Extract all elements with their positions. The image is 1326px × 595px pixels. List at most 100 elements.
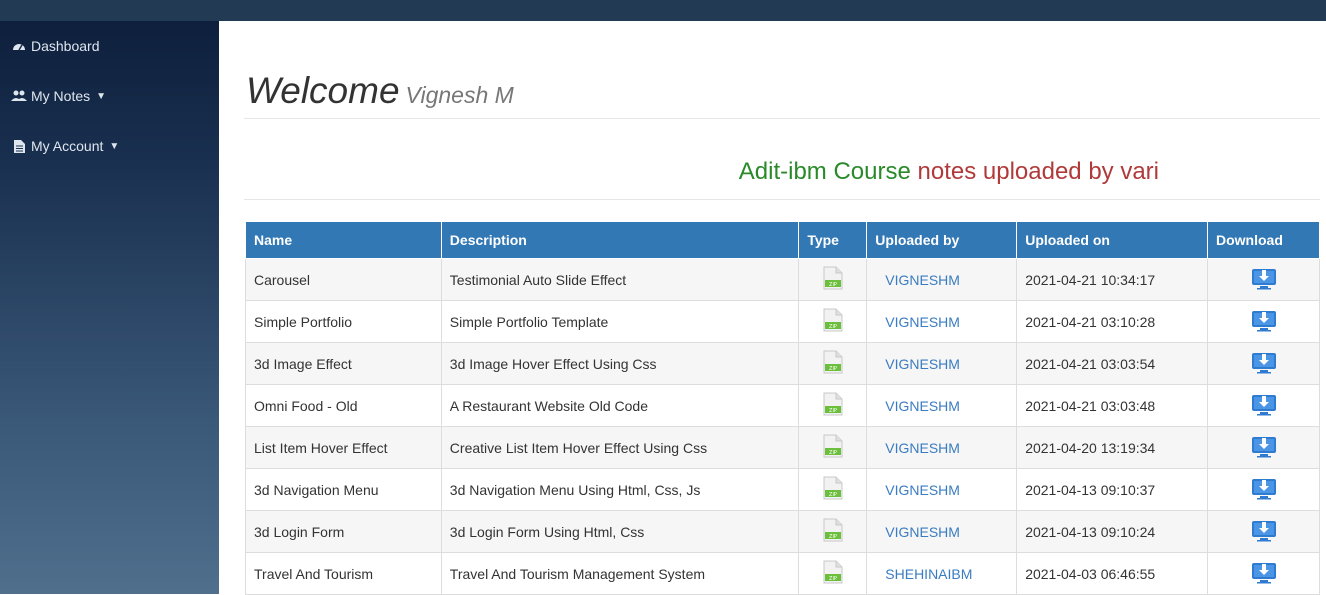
cell-description: Simple Portfolio Template (440, 300, 800, 343)
svg-text:ZIP: ZIP (829, 576, 837, 582)
cell-name: Carousel (245, 258, 442, 301)
cell-description: 3d Login Form Using Html, Css (440, 510, 800, 553)
uploaded-by-link[interactable]: SHEHINAIBM (866, 552, 1018, 595)
svg-text:ZIP: ZIP (829, 534, 837, 540)
cell-name: List Item Hover Effect (245, 426, 442, 469)
welcome-text: Welcome (246, 70, 400, 111)
zip-file-icon: ZIP (823, 350, 843, 374)
svg-text:ZIP: ZIP (829, 366, 837, 372)
cell-name: Travel And Tourism (245, 552, 442, 595)
sidebar-item-my-account[interactable]: My Account ▼ (11, 135, 119, 157)
table-row: List Item Hover Effect Creative List Item… (245, 426, 1320, 469)
svg-text:ZIP: ZIP (829, 450, 837, 456)
column-header-uploaded-by: Uploaded by (866, 221, 1018, 259)
notes-heading: Adit-ibm Course notes uploaded by vari (244, 158, 1159, 186)
uploaded-by-link[interactable]: VIGNESHM (866, 258, 1018, 301)
cell-download (1207, 384, 1320, 427)
main-content: Welcome Vignesh M Adit-ibm Course notes u… (219, 21, 1326, 595)
download-icon[interactable] (1251, 308, 1277, 332)
uploaded-by-link[interactable]: VIGNESHM (866, 300, 1018, 343)
table-row: 3d Navigation Menu 3d Navigation Menu Usi… (245, 468, 1320, 511)
download-icon[interactable] (1251, 350, 1277, 374)
cell-description: Testimonial Auto Slide Effect (440, 258, 800, 301)
cell-name: 3d Login Form (245, 510, 442, 553)
course-name: Adit-ibm Course (738, 158, 911, 185)
uploaded-by-link[interactable]: VIGNESHM (866, 384, 1018, 427)
cell-type: ZIP (798, 426, 868, 469)
sidebar-item-dashboard[interactable]: Dashboard (11, 35, 100, 57)
uploaded-by-link[interactable]: VIGNESHM (866, 426, 1018, 469)
download-icon[interactable] (1251, 266, 1277, 290)
cell-uploaded-on: 2021-04-13 09:10:37 (1016, 468, 1208, 511)
users-icon (11, 89, 27, 103)
uploaded-by-link[interactable]: VIGNESHM (866, 468, 1018, 511)
cell-description: 3d Image Hover Effect Using Css (440, 342, 800, 385)
column-header-name: Name (245, 221, 442, 259)
cell-uploaded-on: 2021-04-13 09:10:24 (1016, 510, 1208, 553)
cell-uploaded-on: 2021-04-03 06:46:55 (1016, 552, 1208, 595)
table-row: 3d Image Effect 3d Image Hover Effect Usi… (245, 342, 1320, 385)
table-header-row: Name Description Type Uploaded by Upload… (245, 221, 1320, 259)
svg-text:ZIP: ZIP (829, 282, 837, 288)
cell-download (1207, 510, 1320, 553)
sidebar-item-label: My Account (31, 138, 104, 154)
caret-down-icon: ▼ (96, 90, 107, 102)
document-icon (11, 139, 27, 153)
table-row: Carousel Testimonial Auto Slide Effect ZIP… (245, 258, 1320, 301)
cell-download (1207, 300, 1320, 343)
cell-type: ZIP (798, 552, 868, 595)
divider (244, 199, 1320, 200)
cell-description: A Restaurant Website Old Code (440, 384, 800, 427)
cell-download (1207, 552, 1320, 595)
zip-file-icon: ZIP (823, 476, 843, 500)
uploaded-by-link[interactable]: VIGNESHM (866, 342, 1018, 385)
table-row: 3d Login Form 3d Login Form Using Html, C… (245, 510, 1320, 553)
download-icon[interactable] (1251, 518, 1277, 542)
top-navbar (0, 0, 1326, 21)
cell-name: 3d Image Effect (245, 342, 442, 385)
sidebar-item-label: My Notes (31, 88, 91, 104)
uploaded-by-link[interactable]: VIGNESHM (866, 510, 1018, 553)
zip-file-icon: ZIP (823, 308, 843, 332)
dashboard-icon (11, 39, 27, 53)
cell-description: Travel And Tourism Management System (440, 552, 800, 595)
column-header-uploaded-on: Uploaded on (1016, 221, 1208, 259)
cell-uploaded-on: 2021-04-21 10:34:17 (1016, 258, 1208, 301)
cell-download (1207, 258, 1320, 301)
cell-download (1207, 468, 1320, 511)
cell-name: Omni Food - Old (245, 384, 442, 427)
cell-uploaded-on: 2021-04-20 13:19:34 (1016, 426, 1208, 469)
download-icon[interactable] (1251, 434, 1277, 458)
divider (244, 118, 1320, 119)
cell-type: ZIP (798, 468, 868, 511)
cell-uploaded-on: 2021-04-21 03:10:28 (1016, 300, 1208, 343)
cell-type: ZIP (798, 300, 868, 343)
column-header-type: Type (798, 221, 868, 259)
table-row: Omni Food - Old A Restaurant Website Old … (245, 384, 1320, 427)
sidebar: Dashboard My Notes ▼ My Account ▼ (0, 21, 219, 594)
table-row: Travel And Tourism Travel And Tourism Man… (245, 552, 1320, 595)
cell-name: 3d Navigation Menu (245, 468, 442, 511)
download-icon[interactable] (1251, 392, 1277, 416)
cell-type: ZIP (798, 384, 868, 427)
cell-type: ZIP (798, 258, 868, 301)
download-icon[interactable] (1251, 476, 1277, 500)
zip-file-icon: ZIP (823, 560, 843, 584)
cell-uploaded-on: 2021-04-21 03:03:48 (1016, 384, 1208, 427)
download-icon[interactable] (1251, 560, 1277, 584)
zip-file-icon: ZIP (823, 392, 843, 416)
cell-download (1207, 342, 1320, 385)
caret-down-icon: ▼ (109, 140, 120, 152)
table-row: Simple Portfolio Simple Portfolio Templat… (245, 300, 1320, 343)
sidebar-item-label: Dashboard (31, 38, 100, 54)
column-header-description: Description (440, 221, 800, 259)
zip-file-icon: ZIP (823, 266, 843, 290)
svg-text:ZIP: ZIP (829, 324, 837, 330)
cell-type: ZIP (798, 342, 868, 385)
zip-file-icon: ZIP (823, 434, 843, 458)
notes-table: Name Description Type Uploaded by Upload… (245, 221, 1320, 595)
cell-download (1207, 426, 1320, 469)
cell-description: 3d Navigation Menu Using Html, Css, Js (440, 468, 800, 511)
username: Vignesh M (405, 82, 514, 108)
sidebar-item-my-notes[interactable]: My Notes ▼ (11, 85, 106, 107)
